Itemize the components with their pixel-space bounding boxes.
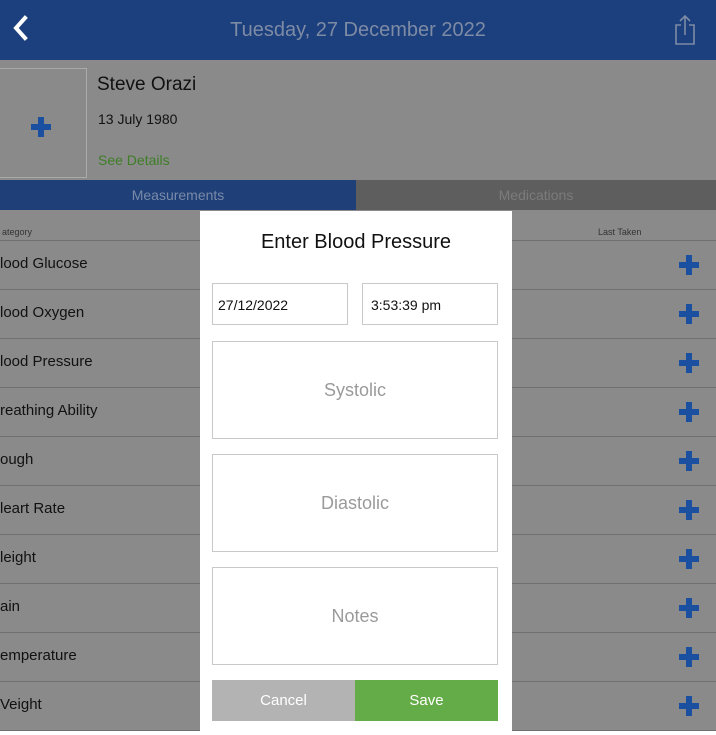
last-taken-column-header: Last Taken: [598, 227, 642, 237]
notes-input[interactable]: Notes: [212, 567, 498, 665]
add-plus-icon[interactable]: [678, 401, 700, 423]
patient-name: Steve Orazi: [97, 74, 197, 95]
add-plus-icon[interactable]: [678, 352, 700, 374]
add-plus-icon[interactable]: [678, 499, 700, 521]
save-button[interactable]: Save: [355, 680, 498, 721]
category-column-header: ategory: [2, 227, 33, 237]
diastolic-input[interactable]: Diastolic: [212, 454, 498, 552]
list-item-label: leight: [0, 549, 36, 566]
date-field[interactable]: 27/12/2022: [212, 283, 348, 325]
add-plus-icon[interactable]: [678, 597, 700, 619]
add-plus-icon[interactable]: [678, 450, 700, 472]
list-item-label: lood Glucose: [0, 255, 88, 272]
top-bar: Tuesday, 27 December 2022: [0, 0, 716, 60]
list-item-label: emperature: [0, 647, 77, 664]
tab-measurements[interactable]: Measurements: [0, 180, 356, 210]
systolic-input[interactable]: Systolic: [212, 341, 498, 439]
add-plus-icon[interactable]: [678, 548, 700, 570]
see-details-link[interactable]: See Details: [98, 152, 170, 168]
dialog-title: Enter Blood Pressure: [260, 231, 452, 253]
list-item-label: ain: [0, 598, 21, 615]
add-plus-icon[interactable]: [678, 254, 700, 276]
plus-icon: [31, 117, 51, 137]
list-item-label: lood Oxygen: [0, 304, 85, 321]
add-plus-icon[interactable]: [678, 646, 700, 668]
add-plus-icon[interactable]: [678, 303, 700, 325]
patient-dob: 13 July 1980: [98, 111, 178, 127]
list-item-label: reathing Ability: [0, 402, 98, 419]
tab-bar: Measurements Medications: [0, 180, 716, 210]
list-item-label: ough: [0, 451, 34, 468]
list-item-label: lood Pressure: [0, 353, 93, 370]
share-icon[interactable]: [672, 14, 698, 46]
date-title: Tuesday, 27 December 2022: [230, 19, 486, 41]
list-item-label: Veight: [0, 696, 42, 713]
list-item-label: leart Rate: [0, 500, 66, 517]
patient-header: Steve Orazi 13 July 1980 See Details: [0, 60, 716, 180]
tab-medications[interactable]: Medications: [356, 180, 716, 210]
blood-pressure-dialog: Enter Blood Pressure 27/12/2022 3:53:39 …: [200, 211, 512, 735]
cancel-button[interactable]: Cancel: [212, 680, 355, 721]
add-plus-icon[interactable]: [678, 695, 700, 717]
time-field[interactable]: 3:53:39 pm: [362, 283, 498, 325]
add-photo-button[interactable]: [0, 68, 87, 178]
